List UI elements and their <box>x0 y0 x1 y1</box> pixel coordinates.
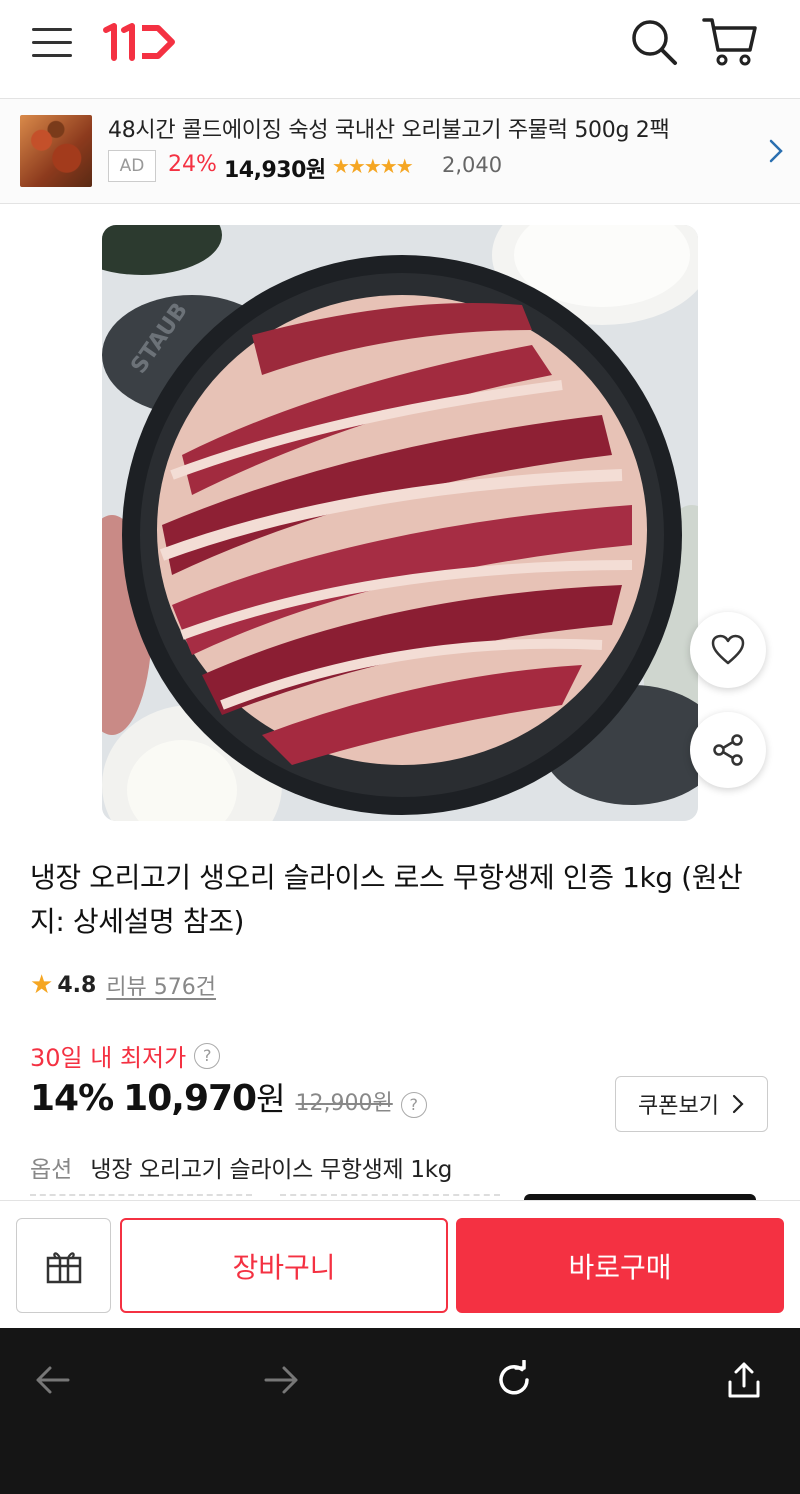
heart-icon <box>711 634 745 665</box>
chevron-right-icon <box>732 1094 744 1114</box>
ad-star-rating: ★★★★★ <box>332 154 414 178</box>
share-button[interactable] <box>690 712 766 788</box>
like-button[interactable] <box>690 612 766 688</box>
gift-icon <box>46 1251 81 1283</box>
ad-discount: 24% <box>168 152 217 177</box>
top-header <box>0 0 800 98</box>
coupon-button[interactable]: 쿠폰보기 <box>615 1076 768 1132</box>
product-image[interactable]: STAUB <box>102 225 698 821</box>
ad-title[interactable]: 48시간 콜드에이징 숙성 국내산 오리불고기 주물럭 500g 2팩 <box>108 112 670 144</box>
help-icon[interactable]: ? <box>194 1042 221 1069</box>
lowest-price-text: 30일 내 최저가 <box>30 1044 187 1072</box>
forward-icon[interactable] <box>254 1352 310 1408</box>
option-label: 옵션 <box>30 1157 73 1183</box>
ad-badge: AD <box>108 150 156 182</box>
search-icon[interactable] <box>628 16 680 68</box>
discount-rate: 14% <box>30 1078 114 1119</box>
reload-icon[interactable] <box>486 1352 542 1408</box>
add-to-cart-button[interactable]: 장바구니 <box>120 1218 448 1313</box>
buy-now-button[interactable]: 바로구매 <box>456 1218 784 1313</box>
chevron-right-icon <box>769 139 783 163</box>
rating-value: 4.8 <box>57 972 97 998</box>
original-price: 12,900원 <box>295 1091 393 1116</box>
back-icon[interactable] <box>24 1352 80 1408</box>
divider <box>30 1194 252 1196</box>
option-row[interactable]: 옵션 냉장 오리고기 슬라이스 무항생제 1kg <box>30 1150 452 1184</box>
star-icon: ★ <box>30 970 54 1000</box>
share-icon <box>713 734 743 766</box>
price-row: 14% 10,970 원 12,900원 ? <box>30 1074 427 1120</box>
menu-icon[interactable] <box>30 22 74 62</box>
gift-button[interactable] <box>16 1218 111 1313</box>
site-logo[interactable] <box>100 20 180 64</box>
cart-icon[interactable] <box>700 14 760 70</box>
share-upload-icon[interactable] <box>716 1352 772 1408</box>
logo-11st-icon <box>103 23 175 61</box>
currency-unit: 원 <box>256 1080 286 1118</box>
ad-thumbnail <box>20 115 92 187</box>
review-link[interactable]: 리뷰 576건 <box>106 969 216 1001</box>
rating-row: ★ 4.8 리뷰 576건 <box>30 968 216 1002</box>
divider <box>280 1194 500 1196</box>
option-value: 냉장 오리고기 슬라이스 무항생제 1kg <box>90 1157 453 1183</box>
ad-review-count: 2,040 <box>442 153 503 177</box>
coupon-label: 쿠폰보기 <box>638 1094 719 1119</box>
ad-price: 14,930원 <box>224 158 326 183</box>
sale-price: 10,970 <box>123 1078 257 1119</box>
action-bar: 장바구니 바로구매 <box>0 1200 800 1328</box>
product-title: 냉장 오리고기 생오리 슬라이스 로스 무항생제 인증 1kg (원산지: 상세… <box>30 861 743 938</box>
browser-toolbar <box>0 1328 800 1494</box>
price-help-icon[interactable]: ? <box>400 1091 427 1118</box>
lowest-price-label: 30일 내 최저가 ? <box>30 1038 221 1073</box>
